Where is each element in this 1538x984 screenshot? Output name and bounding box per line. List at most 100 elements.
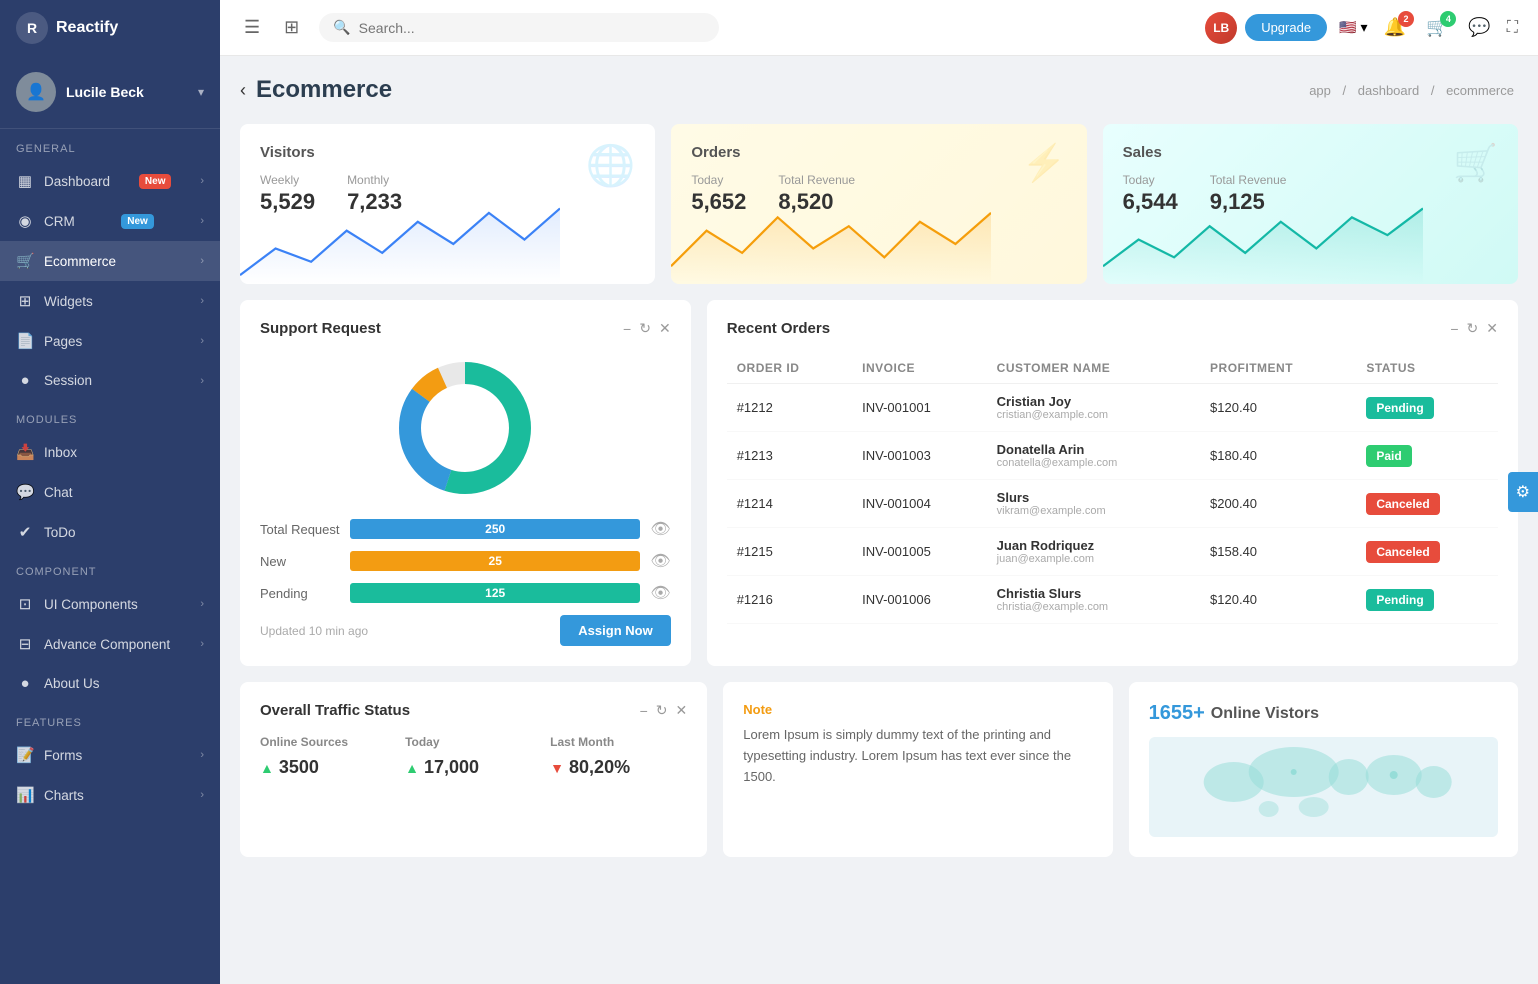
lightning-icon: ⚡	[1022, 142, 1067, 184]
customer-email: cristian@example.com	[997, 409, 1190, 421]
sidebar-item-widgets[interactable]: ⊞ Widgets ›	[0, 281, 220, 321]
sidebar-item-about-us[interactable]: ● About Us	[0, 664, 220, 703]
customer-name: Donatella Arin	[997, 442, 1190, 457]
flag-icon: 🇺🇸	[1339, 19, 1356, 36]
breadcrumb-app[interactable]: app	[1309, 83, 1331, 98]
general-section-label: General	[0, 129, 220, 161]
total-eye-button[interactable]: 👁	[650, 519, 670, 539]
sidebar-item-label: Pages	[44, 334, 82, 349]
note-label: Note	[743, 702, 1092, 717]
middle-row: Support Request − ↻ ✕	[240, 300, 1518, 666]
user-avatar: 👤	[16, 72, 56, 112]
page-title: Ecommerce	[256, 76, 392, 104]
inbox-icon: 📥	[16, 443, 34, 461]
messages-button[interactable]: 💬	[1464, 13, 1494, 42]
orders-stat-title: Orders	[691, 144, 1066, 161]
invoice-cell: INV-001001	[852, 384, 987, 432]
sidebar-item-todo[interactable]: ✔ ToDo	[0, 512, 220, 552]
dashboard-badge: New	[139, 174, 172, 189]
traffic-refresh-button[interactable]: ↻	[656, 702, 668, 719]
updated-text: Updated 10 min ago	[260, 624, 368, 638]
new-eye-button[interactable]: 👁	[650, 551, 670, 571]
customer-name: Cristian Joy	[997, 394, 1190, 409]
sidebar-item-label: Forms	[44, 748, 82, 763]
down-arrow-icon: ▼	[550, 760, 564, 776]
breadcrumb-dashboard[interactable]: dashboard	[1358, 83, 1419, 98]
orders-card-actions: − ↻ ✕	[1450, 320, 1498, 337]
orders-refresh-button[interactable]: ↻	[1467, 320, 1479, 337]
order-id-cell: #1212	[727, 384, 852, 432]
world-map	[1149, 737, 1498, 837]
status-badge: Canceled	[1366, 541, 1439, 563]
grid-button[interactable]: ⊞	[280, 13, 303, 42]
settings-panel-toggle[interactable]: ⚙	[1508, 472, 1538, 512]
sales-stat-card: 🛒 Sales Today 6,544 Total Revenue 9,125	[1103, 124, 1518, 284]
support-footer: Updated 10 min ago Assign Now	[260, 615, 671, 646]
support-refresh-button[interactable]: ↻	[639, 320, 651, 337]
sales-revenue-label: Total Revenue	[1210, 173, 1287, 187]
total-bar: 250	[350, 519, 640, 539]
orders-minimize-button[interactable]: −	[1450, 320, 1458, 337]
up-arrow-icon2: ▲	[405, 760, 419, 776]
col-invoice: Invoice	[852, 353, 987, 384]
notifications-button[interactable]: 🔔 2	[1380, 13, 1410, 42]
order-id-cell: #1215	[727, 528, 852, 576]
support-minimize-button[interactable]: −	[623, 320, 631, 337]
sidebar-item-charts[interactable]: 📊 Charts ›	[0, 775, 220, 815]
online-visitors-card: 1655+ Online Vistors	[1129, 682, 1518, 857]
orders-table: Order ID Invoice Customer Name Profitmen…	[727, 353, 1498, 624]
support-close-button[interactable]: ✕	[659, 320, 671, 337]
breadcrumb-sep2: /	[1431, 83, 1438, 98]
flag-button[interactable]: 🇺🇸 ▾	[1339, 19, 1367, 36]
assign-now-button[interactable]: Assign Now	[560, 615, 670, 646]
status-cell: Pending	[1356, 384, 1498, 432]
advance-icon: ⊟	[16, 635, 34, 653]
sidebar-item-pages[interactable]: 📄 Pages ›	[0, 321, 220, 361]
sidebar-item-ui-components[interactable]: ⊡ UI Components ›	[0, 584, 220, 624]
hamburger-button[interactable]: ☰	[240, 13, 264, 42]
visitors-title: Visitors	[260, 144, 635, 161]
col-order-id: Order ID	[727, 353, 852, 384]
session-icon: ●	[16, 372, 34, 389]
pending-eye-button[interactable]: 👁	[650, 583, 670, 603]
dashboard-icon: ▦	[16, 172, 34, 190]
component-section-label: Component	[0, 552, 220, 584]
upgrade-button[interactable]: Upgrade	[1245, 14, 1327, 41]
user-profile[interactable]: 👤 Lucile Beck ▾	[0, 56, 220, 129]
sidebar-item-session[interactable]: ● Session ›	[0, 361, 220, 400]
expand-button[interactable]: ⛶	[1507, 19, 1518, 37]
profit-cell: $120.40	[1200, 576, 1356, 624]
order-id-cell: #1216	[727, 576, 852, 624]
sales-today-label: Today	[1123, 173, 1178, 187]
orders-close-button[interactable]: ✕	[1486, 320, 1498, 337]
back-button[interactable]: ‹	[240, 80, 246, 101]
page-header: ‹ Ecommerce app / dashboard / ecommerce	[240, 76, 1518, 104]
search-input[interactable]	[359, 20, 706, 36]
traffic-title: Overall Traffic Status	[260, 702, 410, 719]
sidebar-item-forms[interactable]: 📝 Forms ›	[0, 735, 220, 775]
sidebar-item-crm[interactable]: ◉ CRM New ›	[0, 201, 220, 241]
customer-name: Juan Rodriquez	[997, 538, 1190, 553]
customer-cell: Cristian Joy cristian@example.com	[987, 384, 1200, 432]
recent-orders-card: Recent Orders − ↻ ✕ Order ID Invoice Cus…	[707, 300, 1518, 666]
sidebar-item-label: Inbox	[44, 445, 77, 460]
cart-button[interactable]: 🛒 4	[1422, 13, 1452, 42]
chat-icon: 💬	[16, 483, 34, 501]
donut-chart-container	[260, 353, 671, 503]
pending-bar: 125	[350, 583, 640, 603]
sidebar-item-inbox[interactable]: 📥 Inbox	[0, 432, 220, 472]
customer-cell: Donatella Arin conatella@example.com	[987, 432, 1200, 480]
table-row: #1213 INV-001003 Donatella Arin conatell…	[727, 432, 1498, 480]
sidebar-item-dashboard[interactable]: ▦ Dashboard New ›	[0, 161, 220, 201]
sidebar-item-chat[interactable]: 💬 Chat	[0, 472, 220, 512]
status-cell: Canceled	[1356, 528, 1498, 576]
traffic-minimize-button[interactable]: −	[640, 702, 648, 719]
sidebar-item-advance-component[interactable]: ⊟ Advance Component ›	[0, 624, 220, 664]
chevron-right-icon: ›	[200, 335, 204, 347]
status-cell: Canceled	[1356, 480, 1498, 528]
gear-icon: ⚙	[1516, 484, 1530, 501]
total-request-row: Total Request 250 👁	[260, 519, 671, 539]
sidebar-item-ecommerce[interactable]: 🛒 Ecommerce ›	[0, 241, 220, 281]
traffic-close-button[interactable]: ✕	[676, 702, 688, 719]
sidebar-item-label: About Us	[44, 676, 100, 691]
